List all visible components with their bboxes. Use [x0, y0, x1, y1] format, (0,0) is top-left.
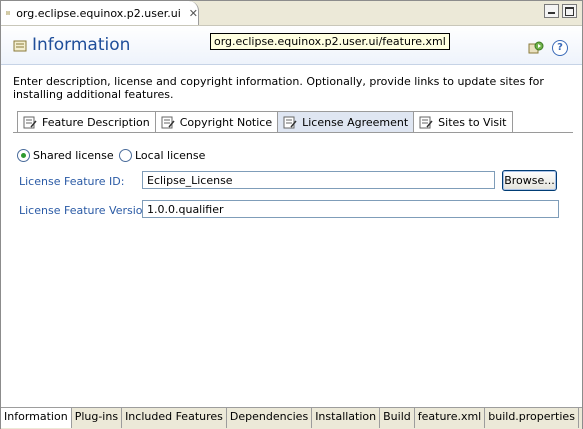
editor-tab-label: org.eclipse.equinox.p2.user.ui: [16, 6, 181, 20]
editor-page-tabs: Information Plug-ins Included Features D…: [1, 407, 583, 429]
feature-file-icon: [6, 11, 11, 15]
minimize-button[interactable]: [544, 4, 559, 18]
section-description: Enter description, license and copyright…: [13, 75, 544, 101]
shared-license-label: Shared license: [33, 149, 114, 162]
page-tab-dependencies[interactable]: Dependencies: [226, 408, 313, 428]
inner-tab-strip: Feature Description Copyright Notice Lic…: [17, 111, 513, 132]
path-tooltip: org.eclipse.equinox.p2.user.ui/feature.x…: [210, 33, 450, 50]
shared-license-radio[interactable]: Shared license: [17, 149, 114, 162]
maximize-button[interactable]: [562, 4, 577, 18]
editor-tab-bar: org.eclipse.equinox.p2.user.ui ✕: [1, 1, 582, 26]
tab-sites-to-visit[interactable]: Sites to Visit: [413, 111, 513, 132]
close-icon[interactable]: ✕: [189, 7, 198, 20]
tab-license-agreement[interactable]: License Agreement: [277, 111, 415, 132]
license-feature-id-field[interactable]: Eclipse_License: [142, 171, 495, 189]
browse-button[interactable]: Browse...: [502, 170, 557, 191]
local-license-label: Local license: [135, 149, 206, 162]
page-tab-plug-ins[interactable]: Plug-ins: [71, 408, 123, 428]
feature-icon: [13, 40, 27, 52]
page-title: Information: [32, 35, 131, 55]
run-export-icon[interactable]: [528, 40, 544, 56]
tab-label: License Agreement: [302, 115, 409, 129]
tab-divider: [13, 132, 573, 133]
page-edit-icon: [161, 116, 175, 128]
form-header: Information org.eclipse.equinox.p2.user.…: [1, 26, 582, 65]
local-license-radio[interactable]: Local license: [119, 149, 205, 162]
license-feature-version-label: License Feature Version:: [19, 204, 154, 217]
page-tab-build-properties[interactable]: build.properties: [485, 408, 579, 428]
feature-editor: org.eclipse.equinox.p2.user.ui ✕ Informa…: [0, 0, 583, 429]
help-icon[interactable]: ?: [552, 40, 568, 56]
page-tab-information[interactable]: Information: [1, 408, 72, 428]
editor-tab[interactable]: org.eclipse.equinox.p2.user.ui ✕: [1, 1, 199, 25]
tab-label: Sites to Visit: [438, 115, 507, 129]
page-edit-icon: [419, 116, 433, 128]
radio-selected-icon: [17, 149, 30, 162]
radio-unselected-icon: [119, 149, 132, 162]
tab-label: Copyright Notice: [179, 115, 273, 129]
tab-label: Feature Description: [42, 115, 150, 129]
tab-copyright-notice[interactable]: Copyright Notice: [154, 111, 279, 132]
license-feature-id-label: License Feature ID:: [19, 175, 125, 188]
license-feature-version-field[interactable]: 1.0.0.qualifier: [142, 200, 559, 218]
page-tab-included-features[interactable]: Included Features: [122, 408, 227, 428]
page-tab-installation[interactable]: Installation: [312, 408, 381, 428]
page-tab-feature-xml[interactable]: feature.xml: [414, 408, 486, 428]
page-tab-build[interactable]: Build: [380, 408, 415, 428]
tab-feature-description[interactable]: Feature Description: [17, 111, 156, 132]
page-edit-icon: [23, 116, 37, 128]
page-edit-icon: [283, 116, 297, 128]
